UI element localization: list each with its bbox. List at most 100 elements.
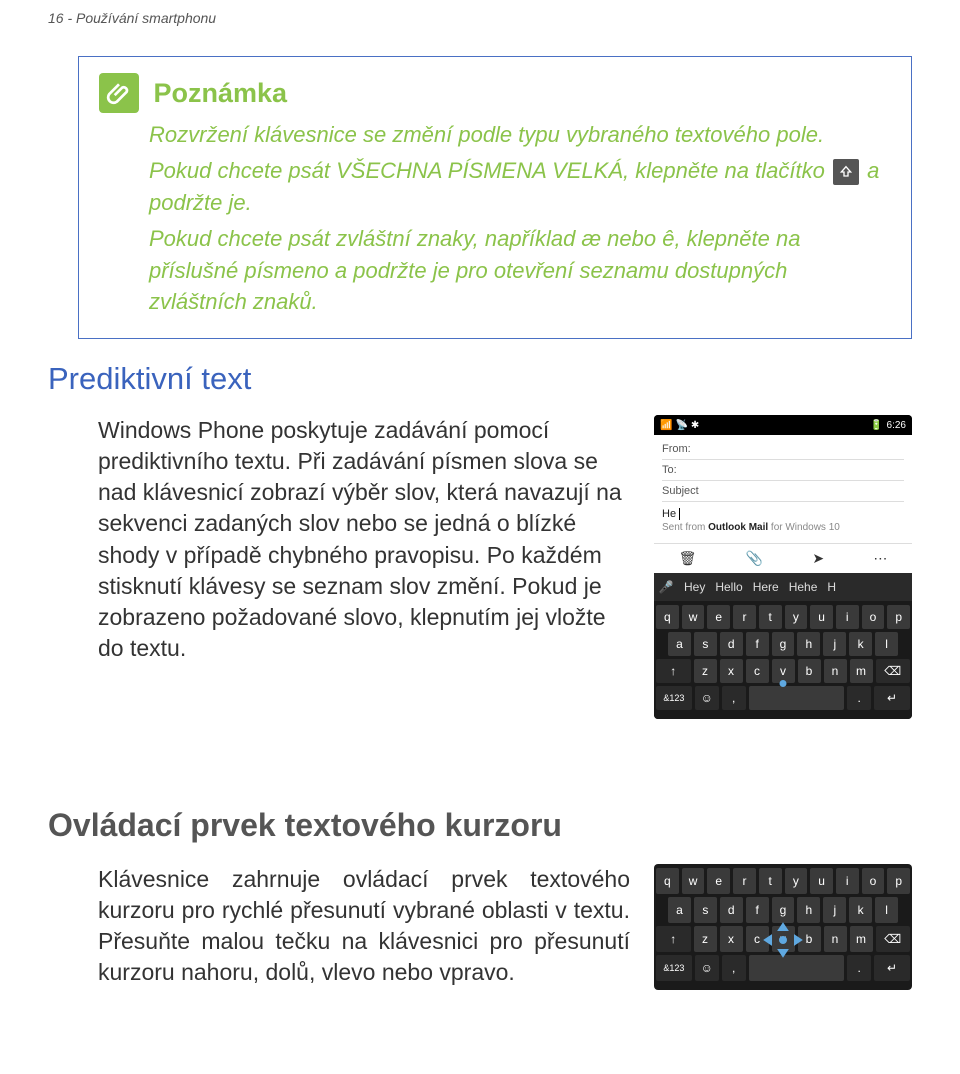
k2-r[interactable]: r	[733, 868, 756, 894]
k2-sym[interactable]: &123	[656, 955, 692, 981]
k2-w[interactable]: w	[682, 868, 705, 894]
k2-j[interactable]: j	[823, 897, 846, 923]
key-space[interactable]	[749, 686, 845, 710]
k2-u[interactable]: u	[810, 868, 833, 894]
mic-icon[interactable]: 🎤	[658, 580, 674, 594]
sent-line: Sent from Outlook Mail for Windows 10	[662, 522, 904, 539]
note-text-2a: Pokud chcete psát VŠECHNA PÍSMENA VELKÁ,…	[149, 158, 831, 183]
key-period[interactable]: .	[847, 686, 871, 710]
key-r[interactable]: r	[733, 605, 756, 629]
k2-t[interactable]: t	[759, 868, 782, 894]
k2-shift[interactable]: ↑	[656, 926, 691, 952]
key-i[interactable]: i	[836, 605, 859, 629]
phone-screenshot-1: 📶 📡 ✱ 🔋 6:26 From: To: Subject He Sent f…	[654, 415, 912, 719]
key-y[interactable]: y	[785, 605, 808, 629]
status-bar: 📶 📡 ✱ 🔋 6:26	[654, 415, 912, 435]
key-s[interactable]: s	[694, 632, 717, 656]
compose-toolbar: 🗑 📎 ➤ ⋯	[654, 543, 912, 573]
cursor-dot-icon[interactable]	[780, 680, 787, 687]
key-emoji[interactable]: ☺	[695, 686, 719, 710]
to-label: To:	[662, 464, 677, 476]
key-t[interactable]: t	[759, 605, 782, 629]
sent-bold: Outlook Mail	[708, 522, 768, 533]
k2-h[interactable]: h	[797, 897, 820, 923]
subject-label: Subject	[662, 485, 699, 497]
suggestion-4[interactable]: H	[827, 580, 836, 594]
key-x[interactable]: x	[720, 659, 743, 683]
note-text-1: Rozvržení klávesnice se změní podle typu…	[149, 119, 891, 151]
trash-icon[interactable]: 🗑	[679, 550, 697, 567]
suggestion-3[interactable]: Hehe	[789, 580, 818, 594]
key-j[interactable]: j	[823, 632, 846, 656]
k2-a[interactable]: a	[668, 897, 691, 923]
k2-b[interactable]: b	[798, 926, 821, 952]
key-backspace[interactable]: ⌫	[876, 659, 911, 683]
predictive-body: Windows Phone poskytuje zadávání pomocí …	[48, 415, 630, 663]
k2-d[interactable]: d	[720, 897, 743, 923]
more-icon[interactable]: ⋯	[873, 550, 887, 567]
heading-cursor: Ovládací prvek textového kurzoru	[48, 807, 912, 844]
suggestion-2[interactable]: Here	[753, 580, 779, 594]
k2-k[interactable]: k	[849, 897, 872, 923]
key-shift[interactable]: ↑	[656, 659, 691, 683]
k2-e[interactable]: e	[707, 868, 730, 894]
key-q[interactable]: q	[656, 605, 679, 629]
k2-p[interactable]: p	[887, 868, 910, 894]
attach-icon[interactable]: 📎	[746, 550, 763, 567]
key-g[interactable]: g	[772, 632, 795, 656]
k2-n[interactable]: n	[824, 926, 847, 952]
k2-v[interactable]: v	[772, 926, 795, 952]
key-o[interactable]: o	[862, 605, 885, 629]
clip-icon	[99, 73, 139, 113]
k2-i[interactable]: i	[836, 868, 859, 894]
suggestion-1[interactable]: Hello	[715, 580, 742, 594]
key-n[interactable]: n	[824, 659, 847, 683]
key-sym[interactable]: &123	[656, 686, 692, 710]
key-u[interactable]: u	[810, 605, 833, 629]
k2-m[interactable]: m	[850, 926, 873, 952]
sent-suffix: for Windows 10	[768, 522, 840, 533]
k2-c[interactable]: c	[746, 926, 769, 952]
key-comma[interactable]: ,	[722, 686, 746, 710]
key-w[interactable]: w	[682, 605, 705, 629]
suggestion-0[interactable]: Hey	[684, 580, 705, 594]
key-h[interactable]: h	[797, 632, 820, 656]
key-enter[interactable]: ↵	[874, 686, 910, 710]
key-a[interactable]: a	[668, 632, 691, 656]
k2-backspace[interactable]: ⌫	[876, 926, 911, 952]
key-k[interactable]: k	[849, 632, 872, 656]
k2-y[interactable]: y	[785, 868, 808, 894]
k2-o[interactable]: o	[862, 868, 885, 894]
key-d[interactable]: d	[720, 632, 743, 656]
battery-icon: 🔋	[870, 420, 882, 431]
k2-q[interactable]: q	[656, 868, 679, 894]
send-icon[interactable]: ➤	[812, 550, 824, 567]
from-label: From:	[662, 443, 691, 455]
k2-period[interactable]: .	[847, 955, 871, 981]
key-f[interactable]: f	[746, 632, 769, 656]
k2-space[interactable]	[749, 955, 845, 981]
key-c[interactable]: c	[746, 659, 769, 683]
k2-l[interactable]: l	[875, 897, 898, 923]
k2-f[interactable]: f	[746, 897, 769, 923]
key-l[interactable]: l	[875, 632, 898, 656]
sent-prefix: Sent from	[662, 522, 708, 533]
k2-comma[interactable]: ,	[722, 955, 746, 981]
status-time: 6:26	[887, 420, 906, 431]
key-m[interactable]: m	[850, 659, 873, 683]
key-z[interactable]: z	[694, 659, 717, 683]
typed-text: He	[662, 508, 676, 520]
signal-icon: 📶	[660, 420, 672, 431]
k2-g[interactable]: g	[772, 897, 795, 923]
k2-s[interactable]: s	[694, 897, 717, 923]
shift-icon	[833, 159, 859, 185]
k2-emoji[interactable]: ☺	[695, 955, 719, 981]
k2-z[interactable]: z	[694, 926, 717, 952]
key-e[interactable]: e	[707, 605, 730, 629]
note-text-3: Pokud chcete psát zvláštní znaky, napřík…	[149, 223, 891, 319]
key-b[interactable]: b	[798, 659, 821, 683]
note-text-2: Pokud chcete psát VŠECHNA PÍSMENA VELKÁ,…	[149, 155, 891, 219]
k2-enter[interactable]: ↵	[874, 955, 910, 981]
k2-x[interactable]: x	[720, 926, 743, 952]
key-p[interactable]: p	[887, 605, 910, 629]
